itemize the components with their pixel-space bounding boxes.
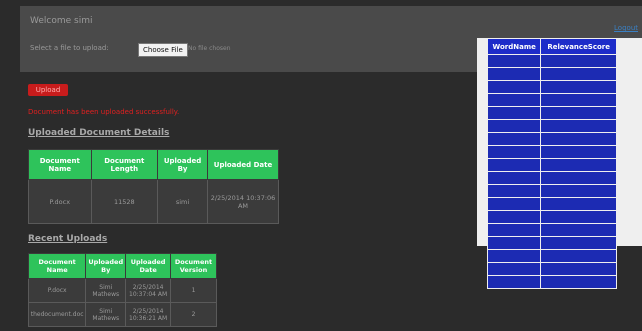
table-header-row: Document Name Document Length Uploaded B… xyxy=(28,149,279,180)
column-header-uploaded-date: Uploaded Date xyxy=(207,149,279,180)
cell-uploaded-date: 2/25/2014 10:36:21 AM xyxy=(125,302,171,327)
column-header-document-length: Document Length xyxy=(90,149,159,180)
word-name-cell xyxy=(486,236,542,250)
relevance-score-cell xyxy=(540,223,617,237)
word-row xyxy=(486,249,617,263)
word-name-cell xyxy=(486,80,542,94)
relevance-score-cell xyxy=(540,275,617,289)
word-row xyxy=(486,67,617,81)
table-row[interactable]: P.docx Simi Mathews 2/25/2014 10:37:04 A… xyxy=(27,278,218,303)
word-row xyxy=(486,171,617,185)
word-row xyxy=(486,275,617,289)
word-relevance-table: WordName RelevanceScore xyxy=(486,38,617,289)
relevance-score-cell xyxy=(540,54,617,68)
column-header-document-name: Document Name xyxy=(27,253,87,279)
word-row xyxy=(486,80,617,94)
word-name-cell xyxy=(486,210,542,224)
word-name-cell xyxy=(486,158,542,172)
relevance-score-cell xyxy=(540,171,617,185)
cell-uploaded-by: simi xyxy=(157,179,209,224)
word-name-cell xyxy=(486,54,542,68)
cell-uploaded-date: 2/25/2014 10:37:04 AM xyxy=(125,278,171,303)
word-name-cell xyxy=(486,184,542,198)
relevance-score-cell xyxy=(540,210,617,224)
relevance-score-cell xyxy=(540,145,617,159)
word-name-cell xyxy=(486,171,542,185)
relevance-score-cell xyxy=(540,197,617,211)
word-row xyxy=(486,236,617,250)
column-header-uploaded-by: Uploaded By xyxy=(157,149,209,180)
relevance-score-cell xyxy=(540,184,617,198)
word-name-cell xyxy=(486,106,542,120)
word-name-cell xyxy=(486,197,542,211)
word-row xyxy=(486,184,617,198)
relevance-score-cell xyxy=(540,93,617,107)
word-name-cell xyxy=(486,67,542,81)
column-header-document-version: Document Version xyxy=(169,253,218,279)
column-header-relevance-score: RelevanceScore xyxy=(540,38,617,55)
relevance-score-cell xyxy=(540,249,617,263)
word-row xyxy=(486,119,617,133)
relevance-score-cell xyxy=(540,132,617,146)
cell-document-name: P.docx xyxy=(27,278,87,303)
cell-uploaded-by: Simi Mathews xyxy=(85,302,127,327)
word-name-cell xyxy=(486,132,542,146)
relevance-score-cell xyxy=(540,106,617,120)
word-row xyxy=(486,145,617,159)
cell-document-name: thedocument.doc xyxy=(27,302,87,327)
word-row xyxy=(486,262,617,276)
welcome-text: Welcome simi xyxy=(30,16,93,26)
column-header-uploaded-by: Uploaded By xyxy=(85,253,127,279)
word-name-cell xyxy=(486,262,542,276)
word-row xyxy=(486,158,617,172)
relevance-score-cell xyxy=(540,67,617,81)
word-row xyxy=(486,106,617,120)
cell-document-name: P.docx xyxy=(28,179,92,224)
relevance-score-cell xyxy=(540,80,617,94)
upload-button[interactable]: Upload xyxy=(28,84,68,96)
column-header-word-name: WordName xyxy=(486,38,542,55)
logout-link[interactable]: Logout xyxy=(614,24,638,32)
word-name-cell xyxy=(486,249,542,263)
upload-label: Select a file to upload: xyxy=(30,44,109,52)
cell-document-version: 2 xyxy=(169,302,218,327)
upload-success-message: Document has been uploaded successfully. xyxy=(28,108,180,116)
word-row xyxy=(486,93,617,107)
word-name-cell xyxy=(486,275,542,289)
recent-uploads-title: Recent Uploads xyxy=(28,234,108,244)
relevance-score-cell xyxy=(540,236,617,250)
word-name-cell xyxy=(486,119,542,133)
cell-uploaded-by: Simi Mathews xyxy=(85,278,127,303)
document-details-table: Document Name Document Length Uploaded B… xyxy=(28,149,279,224)
table-row[interactable]: thedocument.doc Simi Mathews 2/25/2014 1… xyxy=(27,302,218,327)
recent-uploads-table: Document Name Uploaded By Uploaded Date … xyxy=(27,253,218,327)
details-section-title: Uploaded Document Details xyxy=(28,128,170,138)
word-row xyxy=(486,223,617,237)
relevance-score-cell xyxy=(540,262,617,276)
table-header-row: WordName RelevanceScore xyxy=(486,38,617,55)
cell-document-length: 11528 xyxy=(90,179,159,224)
word-row xyxy=(486,197,617,211)
column-header-uploaded-date: Uploaded Date xyxy=(125,253,171,279)
word-row xyxy=(486,210,617,224)
word-name-cell xyxy=(486,93,542,107)
word-relevance-panel: WordName RelevanceScore xyxy=(477,38,642,289)
cell-uploaded-date: 2/25/2014 10:37:06 AM xyxy=(207,179,279,224)
relevance-score-cell xyxy=(540,119,617,133)
table-row: P.docx 11528 simi 2/25/2014 10:37:06 AM xyxy=(28,179,279,224)
word-row xyxy=(486,132,617,146)
relevance-score-cell xyxy=(540,158,617,172)
column-header-document-name: Document Name xyxy=(28,149,92,180)
word-row xyxy=(486,54,617,68)
table-header-row: Document Name Uploaded By Uploaded Date … xyxy=(27,253,218,279)
choose-file-button[interactable]: Choose File xyxy=(138,43,188,57)
cell-document-version: 1 xyxy=(169,278,218,303)
no-file-chosen-text: No file chosen xyxy=(188,45,231,52)
word-name-cell xyxy=(486,223,542,237)
word-name-cell xyxy=(486,145,542,159)
